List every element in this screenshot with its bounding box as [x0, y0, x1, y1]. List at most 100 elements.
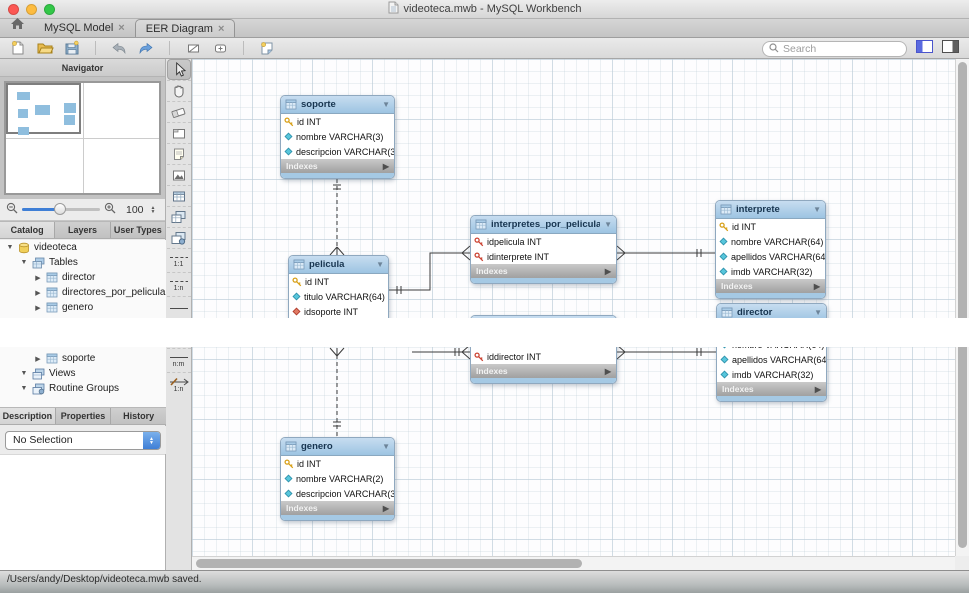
tree-item-views[interactable]: ▼Views — [0, 366, 166, 381]
vertical-scrollbar-thumb[interactable] — [958, 62, 967, 548]
column-row[interactable]: idinterprete INT — [471, 249, 616, 264]
new-document-icon[interactable] — [8, 39, 28, 57]
zoom-in-icon[interactable] — [104, 201, 116, 219]
new-note-icon[interactable] — [257, 39, 277, 57]
tool-rel-1-1[interactable]: 1:1 — [167, 248, 191, 272]
collapse-arrow-icon[interactable]: ▼ — [382, 442, 390, 451]
tool-rel-pick-columns[interactable]: 1:n — [167, 372, 191, 396]
disclosure-triangle[interactable]: ▼ — [20, 259, 28, 266]
toggle-right-sidebar-icon[interactable] — [942, 40, 959, 58]
tab-history[interactable]: History — [111, 408, 166, 424]
disclosure-triangle[interactable]: ▼ — [20, 385, 28, 392]
disclosure-triangle[interactable]: ▶ — [34, 304, 42, 312]
zoom-slider-knob[interactable] — [54, 203, 66, 215]
indexes-bar[interactable]: Indexes▶ — [471, 264, 616, 278]
tab-properties[interactable]: Properties — [56, 408, 112, 424]
collapse-arrow-icon[interactable]: ▼ — [382, 100, 390, 109]
search-input[interactable] — [783, 43, 883, 55]
undo-icon[interactable] — [109, 39, 129, 57]
column-row[interactable]: imdb VARCHAR(32) — [716, 264, 825, 279]
column-row[interactable]: id INT — [281, 456, 394, 471]
tool-table[interactable] — [167, 185, 191, 206]
column-row[interactable]: nombre VARCHAR(3) — [281, 129, 394, 144]
column-row[interactable]: descripcion VARCHAR(32) — [281, 486, 394, 501]
tool-rel-1-1-identifying[interactable] — [167, 296, 191, 320]
dropdown-stepper-icon[interactable]: ▲▼ — [143, 432, 160, 449]
indexes-bar[interactable]: Indexes▶ — [281, 159, 394, 173]
tab-description[interactable]: Description — [0, 408, 56, 424]
collapse-arrow-icon[interactable]: ▼ — [604, 220, 612, 229]
tree-item-tables[interactable]: ▼Tables — [0, 255, 166, 270]
navigator-thumbnail[interactable] — [4, 81, 161, 195]
column-row[interactable]: id INT — [281, 114, 394, 129]
tool-rel-n-m[interactable]: n:m — [167, 348, 191, 372]
table-interprete[interactable]: interprete▼id INTnombre VARCHAR(64)apell… — [715, 200, 826, 299]
tree-item-directores_por_pelicula[interactable]: ▶directores_por_pelicula — [0, 285, 166, 300]
collapse-arrow-icon[interactable]: ▼ — [813, 205, 821, 214]
tree-item-director[interactable]: ▶director — [0, 270, 166, 285]
tool-pan[interactable] — [167, 80, 191, 101]
tab-close-icon[interactable]: × — [218, 23, 224, 35]
toggle-left-sidebar-icon[interactable] — [916, 40, 933, 58]
column-row[interactable]: apellidos VARCHAR(64) — [716, 249, 825, 264]
column-row[interactable]: nombre VARCHAR(64) — [716, 234, 825, 249]
tab-user-types[interactable]: User Types — [111, 222, 165, 238]
disclosure-triangle[interactable]: ▶ — [34, 274, 42, 282]
tab-eer-diagram[interactable]: EER Diagram × — [135, 19, 236, 37]
table-soporte[interactable]: soporte▼id INTnombre VARCHAR(3)descripci… — [280, 95, 395, 179]
indexes-bar[interactable]: Indexes▶ — [281, 501, 394, 515]
tree-item-videoteca[interactable]: ▼videoteca — [0, 240, 166, 255]
column-row[interactable]: idpelicula INT — [471, 234, 616, 249]
disclosure-triangle[interactable]: ▼ — [20, 370, 28, 377]
zoom-stepper[interactable]: ▲▼ — [151, 206, 156, 214]
column-row[interactable]: id INT — [716, 219, 825, 234]
horizontal-scrollbar[interactable] — [192, 556, 955, 570]
column-row[interactable]: descripcion VARCHAR(32) — [281, 144, 394, 159]
tab-catalog[interactable]: Catalog — [0, 222, 55, 238]
save-icon[interactable] — [62, 39, 82, 57]
tab-mysql-model[interactable]: MySQL Model × — [34, 19, 135, 37]
tool-eraser[interactable] — [167, 101, 191, 122]
column-row[interactable]: id INT — [289, 274, 388, 289]
home-tab[interactable] — [0, 17, 34, 37]
vertical-scrollbar[interactable] — [955, 59, 969, 556]
tool-image[interactable] — [167, 164, 191, 185]
tool-note[interactable] — [167, 143, 191, 164]
zoom-slider[interactable] — [22, 208, 100, 211]
tool-select[interactable] — [167, 59, 191, 80]
disclosure-triangle[interactable]: ▶ — [34, 355, 42, 363]
disclosure-triangle[interactable]: ▶ — [34, 289, 42, 297]
column-row[interactable]: nombre VARCHAR(2) — [281, 471, 394, 486]
slashed-square-icon[interactable] — [183, 39, 203, 57]
redo-icon[interactable] — [136, 39, 156, 57]
tab-layers[interactable]: Layers — [55, 222, 110, 238]
indexes-bar[interactable]: Indexes▶ — [471, 364, 616, 378]
table-interpretes_por_pelicula[interactable]: interpretes_por_pelicula▼idpelicula INTi… — [470, 215, 617, 284]
collapse-arrow-icon[interactable]: ▼ — [814, 308, 822, 317]
zoom-out-icon[interactable] — [6, 201, 18, 219]
indexes-bar[interactable]: Indexes▶ — [716, 279, 825, 293]
tool-routine-group[interactable] — [167, 227, 191, 248]
tool-rel-1-n[interactable]: 1:n — [167, 272, 191, 296]
indexes-bar[interactable]: Indexes▶ — [717, 382, 826, 396]
column-row[interactable]: apellidos VARCHAR(64) — [717, 352, 826, 367]
disclosure-triangle[interactable]: ▼ — [6, 244, 14, 251]
table-genero[interactable]: genero▼id INTnombre VARCHAR(2)descripcio… — [280, 437, 395, 521]
tool-view[interactable] — [167, 206, 191, 227]
column-row[interactable]: titulo VARCHAR(64) — [289, 289, 388, 304]
selection-dropdown[interactable]: No Selection▲▼ — [5, 431, 161, 450]
search-box[interactable] — [762, 41, 907, 57]
connector-pelicula-interpretes_por_pelicula[interactable] — [389, 253, 470, 290]
eer-diagram-canvas[interactable]: soporte▼id INTnombre VARCHAR(3)descripci… — [192, 59, 969, 570]
column-row[interactable]: imdb VARCHAR(32) — [717, 367, 826, 382]
tree-item-routine-groups[interactable]: ▼Routine Groups — [0, 381, 166, 396]
column-row[interactable]: idsoporte INT — [289, 304, 388, 319]
navigator-viewport[interactable] — [6, 83, 81, 134]
boxed-plus-icon[interactable] — [210, 39, 230, 57]
tab-close-icon[interactable]: × — [118, 22, 124, 34]
open-folder-icon[interactable] — [35, 39, 55, 57]
horizontal-scrollbar-thumb[interactable] — [196, 559, 582, 568]
collapse-arrow-icon[interactable]: ▼ — [376, 260, 384, 269]
tree-item-genero[interactable]: ▶genero — [0, 300, 166, 315]
tree-item-soporte[interactable]: ▶soporte — [0, 351, 166, 366]
